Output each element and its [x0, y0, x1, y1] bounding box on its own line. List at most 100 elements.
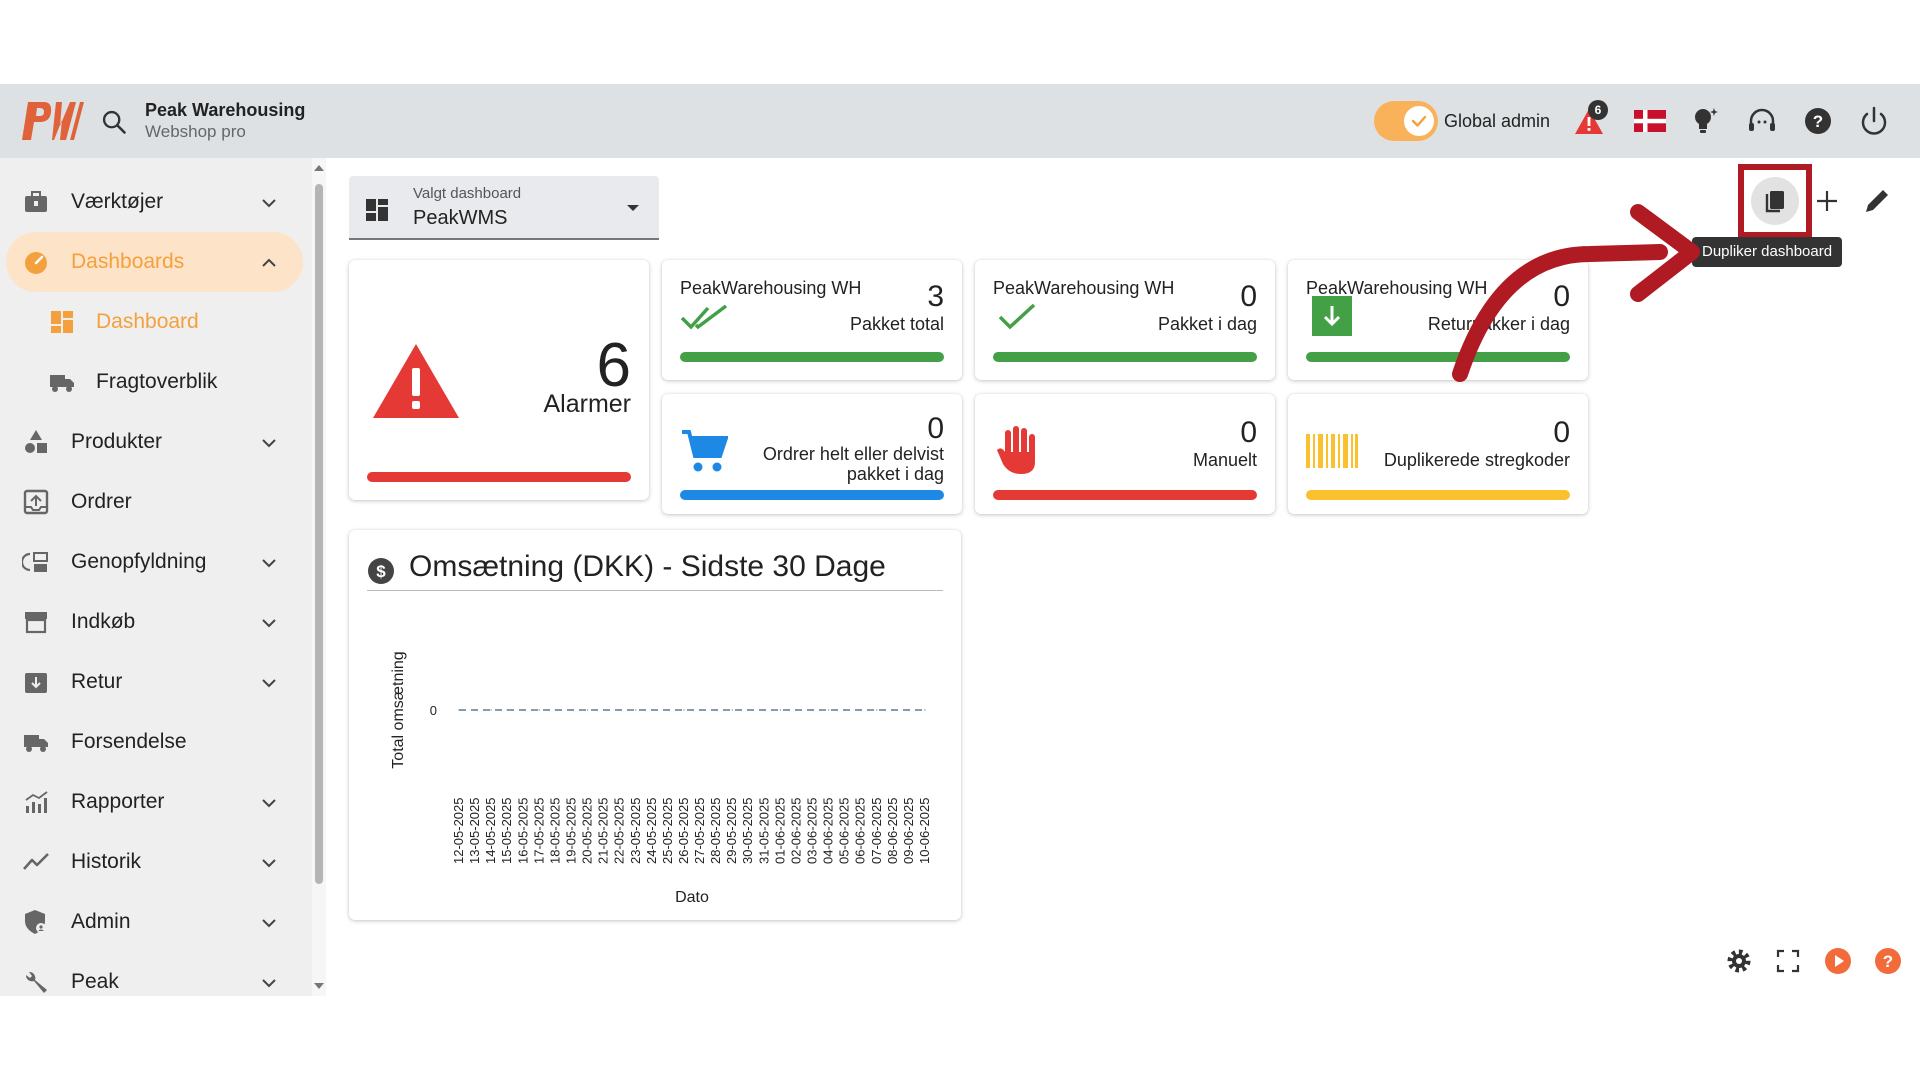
- packed-total-bar: [680, 352, 944, 362]
- packed-total-card[interactable]: PeakWarehousing WH 3 Pakket total: [662, 260, 962, 380]
- sidebar-item-label: Rapporter: [71, 790, 165, 813]
- app-window: Peak Warehousing Webshop pro Global admi…: [0, 84, 1920, 996]
- dashboard-select-label: Valgt dashboard: [413, 185, 522, 202]
- chevron-down-icon: [262, 619, 276, 628]
- y-tick-label: 0: [430, 703, 437, 718]
- x-tick-label: 18-05-2025: [547, 798, 562, 865]
- data-point: [651, 709, 653, 711]
- x-tick-label: 05-06-2025: [837, 798, 852, 865]
- x-tick-label: 30-05-2025: [740, 798, 755, 865]
- global-admin-label: Global admin: [1444, 111, 1551, 131]
- help-icon[interactable]: ?: [1799, 102, 1837, 140]
- x-tick-label: 22-05-2025: [612, 798, 627, 865]
- dashboard-grid-icon: [51, 311, 73, 333]
- x-tick-label: 06-06-2025: [853, 798, 868, 865]
- order-tray-icon: [23, 489, 49, 515]
- edit-pencil-icon[interactable]: [1860, 184, 1894, 218]
- sidebar-item-label: Indkøb: [71, 610, 136, 633]
- sidebar-item-produkter[interactable]: Produkter: [6, 412, 303, 472]
- sidebar-item-retur[interactable]: Retur: [6, 652, 303, 712]
- data-point: [811, 709, 814, 711]
- sidebar-subitem-dashboard[interactable]: Dashboard: [6, 292, 303, 352]
- sidebar-item-label: Genopfyldning: [71, 550, 207, 573]
- scroll-up-arrow-icon[interactable]: [313, 162, 325, 174]
- sidebar-item-peak[interactable]: Peak: [6, 952, 303, 996]
- sidebar-item-historik[interactable]: Historik: [6, 832, 303, 892]
- duplicate-barcodes-card[interactable]: 0 Duplikerede stregkoder: [1288, 394, 1588, 514]
- shapes-icon: [25, 430, 47, 453]
- danish-flag-icon[interactable]: [1631, 102, 1669, 140]
- svg-text:$: $: [376, 562, 386, 581]
- dashboard-select[interactable]: Valgt dashboard PeakWMS: [349, 176, 659, 240]
- packed-today-value: 0: [1240, 280, 1257, 313]
- settings-gear-icon[interactable]: [1724, 946, 1754, 976]
- sidebar-subitem-fragtoverblik[interactable]: Fragtoverblik: [6, 352, 303, 412]
- x-tick-label: 21-05-2025: [596, 798, 611, 865]
- sidebar-item-forsendelse[interactable]: Forsendelse: [6, 712, 303, 772]
- sidebar-item-label: Admin: [71, 910, 131, 933]
- peak-logo[interactable]: [18, 100, 84, 142]
- manual-value: 0: [1240, 416, 1257, 449]
- duplicate-highlight-box: [1738, 164, 1812, 238]
- sidebar-item-genopfyldning[interactable]: Genopfyldning: [6, 532, 303, 592]
- data-point: [635, 709, 637, 711]
- add-dashboard-icon[interactable]: [1810, 184, 1844, 218]
- trend-line-icon: [23, 853, 49, 870]
- revenue-title: Omsætning (DKK) - Sidste 30 Dage: [409, 550, 886, 583]
- sidebar-item-vaerktoejer[interactable]: Værktøjer: [6, 172, 303, 232]
- sidebar-item-label: Produkter: [71, 430, 163, 453]
- manual-card[interactable]: 0 Manuelt: [975, 394, 1275, 514]
- dashboard-select-value: PeakWMS: [413, 207, 508, 229]
- search-icon[interactable]: [100, 108, 128, 136]
- x-tick-label: 10-06-2025: [917, 798, 932, 865]
- sidebar-item-label: Forsendelse: [71, 730, 187, 753]
- data-point: [458, 709, 460, 711]
- data-point: [844, 709, 846, 711]
- packed-today-bar: [993, 352, 1257, 362]
- scroll-down-arrow-icon[interactable]: [313, 980, 325, 992]
- sidebar-item-dashboards[interactable]: Dashboards: [6, 232, 303, 292]
- data-point: [795, 709, 797, 711]
- lightbulb-icon[interactable]: [1686, 102, 1724, 140]
- chevron-down-icon: [262, 199, 276, 208]
- x-tick-label: 15-05-2025: [499, 798, 514, 865]
- support-headset-icon[interactable]: [1743, 102, 1781, 140]
- check-icon: [998, 303, 1036, 330]
- play-video-icon[interactable]: [1823, 946, 1853, 976]
- x-tick-label: 26-05-2025: [676, 798, 691, 865]
- sidebar-item-ordrer[interactable]: Ordrer: [6, 472, 303, 532]
- speedometer-icon: [25, 252, 47, 274]
- sidebar-item-label: Dashboard: [96, 310, 199, 333]
- global-admin-toggle[interactable]: [1374, 101, 1438, 141]
- brand-name: Peak Warehousing: [145, 100, 306, 120]
- sidebar-item-admin[interactable]: Admin: [6, 892, 303, 952]
- fullscreen-icon[interactable]: [1773, 946, 1803, 976]
- return-box-icon: [25, 673, 47, 693]
- x-tick-label: 16-05-2025: [515, 798, 530, 865]
- x-tick-label: 19-05-2025: [564, 798, 579, 865]
- orders-packed-today-card[interactable]: 0 Ordrer helt eller delvist pakket i dag: [662, 394, 962, 514]
- packed-today-card[interactable]: PeakWarehousing WH 0 Pakket i dag: [975, 260, 1275, 380]
- shipping-truck-icon: [24, 735, 48, 752]
- data-point: [570, 709, 573, 711]
- x-tick-label: 24-05-2025: [644, 798, 659, 865]
- sidebar-item-rapporter[interactable]: Rapporter: [6, 772, 303, 832]
- report-chart-icon: [25, 791, 48, 813]
- help-orange-icon[interactable]: ?: [1873, 946, 1903, 976]
- x-tick-label: 13-05-2025: [467, 798, 482, 865]
- revenue-card: $ Omsætning (DKK) - Sidste 30 Dage Total…: [349, 530, 961, 920]
- return-download-icon: [1312, 296, 1352, 336]
- sidebar-item-label: Fragtoverblik: [96, 370, 218, 393]
- power-icon[interactable]: [1855, 102, 1893, 140]
- x-tick-label: 31-05-2025: [756, 798, 771, 865]
- alarms-card[interactable]: 6 Alarmer: [349, 260, 649, 500]
- truck-icon: [50, 375, 74, 392]
- sidebar-item-indkoeb[interactable]: Indkøb: [6, 592, 303, 652]
- data-point: [731, 709, 733, 711]
- sidebar-scroll-thumb[interactable]: [315, 184, 323, 884]
- sidebar-item-label: Peak: [71, 970, 119, 993]
- data-point: [667, 709, 669, 711]
- orders-packed-label: Ordrer helt eller delvist pakket i dag: [763, 444, 944, 484]
- data-point: [763, 709, 765, 711]
- revenue-chart: Total omsætning 0 12-05-2025 13-05-2025 14-0…: [390, 651, 932, 906]
